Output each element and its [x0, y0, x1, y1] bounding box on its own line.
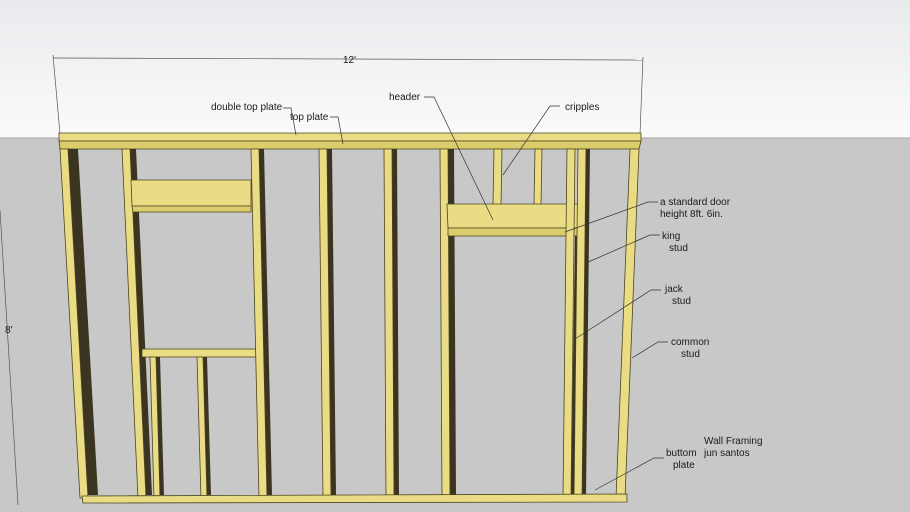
door-header: [446, 203, 582, 229]
title-line2: jun santos: [703, 448, 750, 459]
double-top-plate: [58, 132, 642, 142]
label-bottom-line2: plate: [673, 460, 695, 471]
label-cripples: cripples: [565, 102, 599, 113]
height-dimension-label: 8': [5, 325, 13, 336]
label-jack-line1: jack: [664, 284, 684, 295]
label-common-line2: stud: [681, 349, 700, 360]
top-plate: [58, 140, 642, 150]
door-cripple-1: [492, 148, 503, 206]
label-jack-line2: stud: [672, 296, 691, 307]
common-stud-2: [383, 148, 395, 499]
label-header: header: [389, 92, 421, 103]
label-door-line1: a standard door: [660, 197, 731, 208]
door-king-stud-left: [439, 148, 451, 499]
label-common-line1: common: [671, 337, 709, 348]
bottom-plate: [81, 493, 628, 504]
label-king-line2: stud: [669, 243, 688, 254]
window-header: [130, 179, 252, 207]
sky-background: [0, 0, 910, 140]
label-door-line2: height 8ft. 6in.: [660, 209, 723, 220]
label-bottom-line1: buttom: [666, 448, 697, 459]
title-line1: Wall Framing: [704, 436, 763, 447]
label-top-plate: top plate: [290, 112, 329, 123]
label-double-top-plate: double top plate: [211, 102, 283, 113]
label-king-line1: king: [662, 231, 680, 242]
door-cripple-2: [533, 148, 543, 206]
wall-framing-diagram: 12' 8' double top plate top plate header…: [0, 0, 910, 512]
width-dimension-label: 12': [343, 55, 356, 66]
window-sill: [141, 348, 259, 358]
